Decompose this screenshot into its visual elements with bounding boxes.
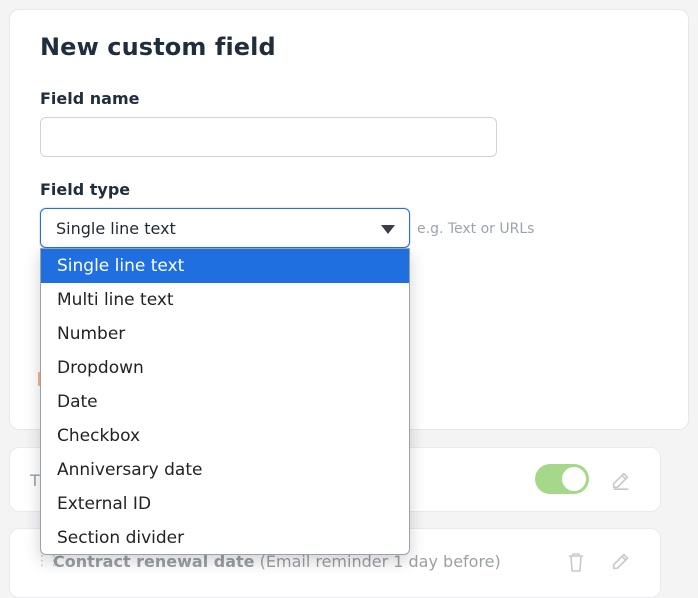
edit-icon[interactable] xyxy=(610,550,632,572)
field-type-hint: e.g. Text or URLs xyxy=(417,221,535,237)
option-multi-line-text[interactable]: Multi line text xyxy=(41,283,409,317)
trash-icon[interactable] xyxy=(566,551,586,573)
toggle-knob xyxy=(562,467,586,491)
caret-down-icon xyxy=(381,225,395,234)
option-external-id[interactable]: External ID xyxy=(41,487,409,521)
option-number[interactable]: Number xyxy=(41,317,409,351)
option-dropdown[interactable]: Dropdown xyxy=(41,351,409,385)
field-name-input[interactable] xyxy=(40,117,497,157)
page-title: New custom field xyxy=(40,33,276,61)
option-checkbox[interactable]: Checkbox xyxy=(41,419,409,453)
field-type-label: Field type xyxy=(40,180,131,199)
option-date[interactable]: Date xyxy=(41,385,409,419)
custom-field-row-title: T xyxy=(30,471,40,490)
field-type-select[interactable]: Single line text xyxy=(40,208,410,248)
field-type-selected-value: Single line text xyxy=(56,219,176,238)
field-enabled-toggle[interactable] xyxy=(535,464,589,494)
option-section-divider[interactable]: Section divider xyxy=(41,521,409,554)
edit-icon[interactable] xyxy=(610,469,632,491)
field-name-label: Field name xyxy=(40,89,140,108)
option-anniversary-date[interactable]: Anniversary date xyxy=(41,453,409,487)
option-single-line-text[interactable]: Single line text xyxy=(41,249,409,283)
field-type-dropdown-list: Single line text Multi line text Number … xyxy=(40,248,410,555)
